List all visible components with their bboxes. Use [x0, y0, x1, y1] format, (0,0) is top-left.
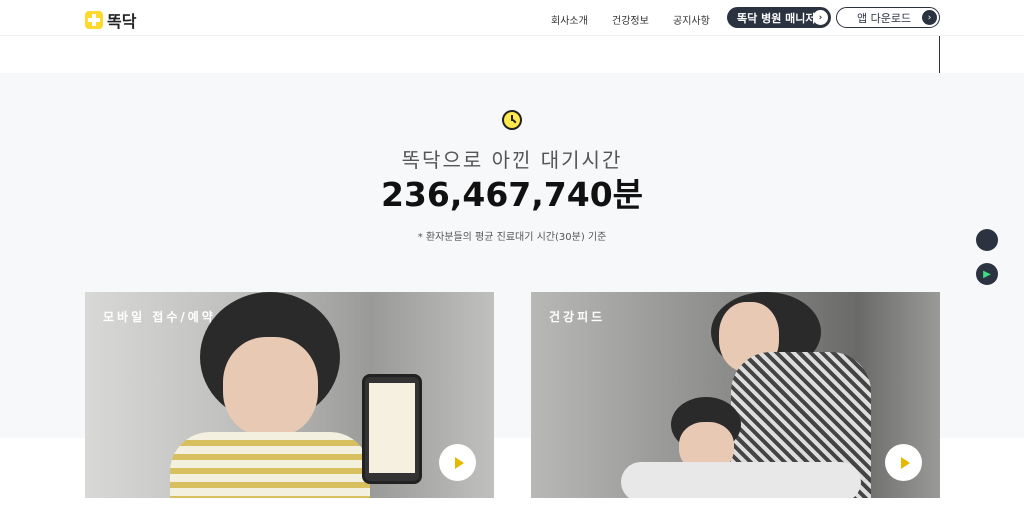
blanket-image [621, 462, 861, 498]
logo-text: 똑닥 [107, 12, 137, 31]
stats-value: 236,467,740분 [380, 175, 644, 214]
card-title: 건강피드 [549, 310, 606, 324]
hospital-manager-button[interactable]: 똑닥 병원 매니저 › [727, 7, 831, 28]
card-title: 모바일 접수/예약 [103, 310, 216, 324]
nav-health-info[interactable]: 건강정보 [612, 12, 649, 27]
play-icon[interactable] [885, 444, 922, 481]
hospital-manager-label: 똑닥 병원 매니저 [737, 11, 816, 25]
nav-company[interactable]: 회사소개 [551, 12, 588, 27]
clock-icon [502, 110, 522, 130]
stats-note: * 환자분들의 평균 진료대기 시간(30분) 기준 [417, 232, 607, 243]
phone-image [362, 374, 422, 484]
shirt-image [170, 432, 370, 498]
logo-icon [85, 11, 103, 29]
chevron-right-icon: › [922, 10, 937, 25]
app-download-label: 앱 다운로드 [857, 11, 912, 25]
video-card-mobile-reservation[interactable]: 모바일 접수/예약 [85, 292, 494, 498]
play-icon[interactable] [439, 444, 476, 481]
google-play-icon[interactable]: ▶ [976, 263, 998, 285]
header: 똑닥 회사소개 건강정보 공지사항 똑닥 병원 매니저 › 앱 다운로드 › [0, 0, 1024, 36]
video-card-health-feed[interactable]: 건강피드 [531, 292, 940, 498]
chevron-right-icon: › [813, 10, 828, 25]
child-face [223, 337, 318, 437]
apple-icon[interactable] [976, 229, 998, 251]
app-download-button[interactable]: 앱 다운로드 › [836, 7, 940, 28]
nav-notice[interactable]: 공지사항 [673, 12, 710, 27]
logo[interactable]: 똑닥 [85, 8, 136, 32]
